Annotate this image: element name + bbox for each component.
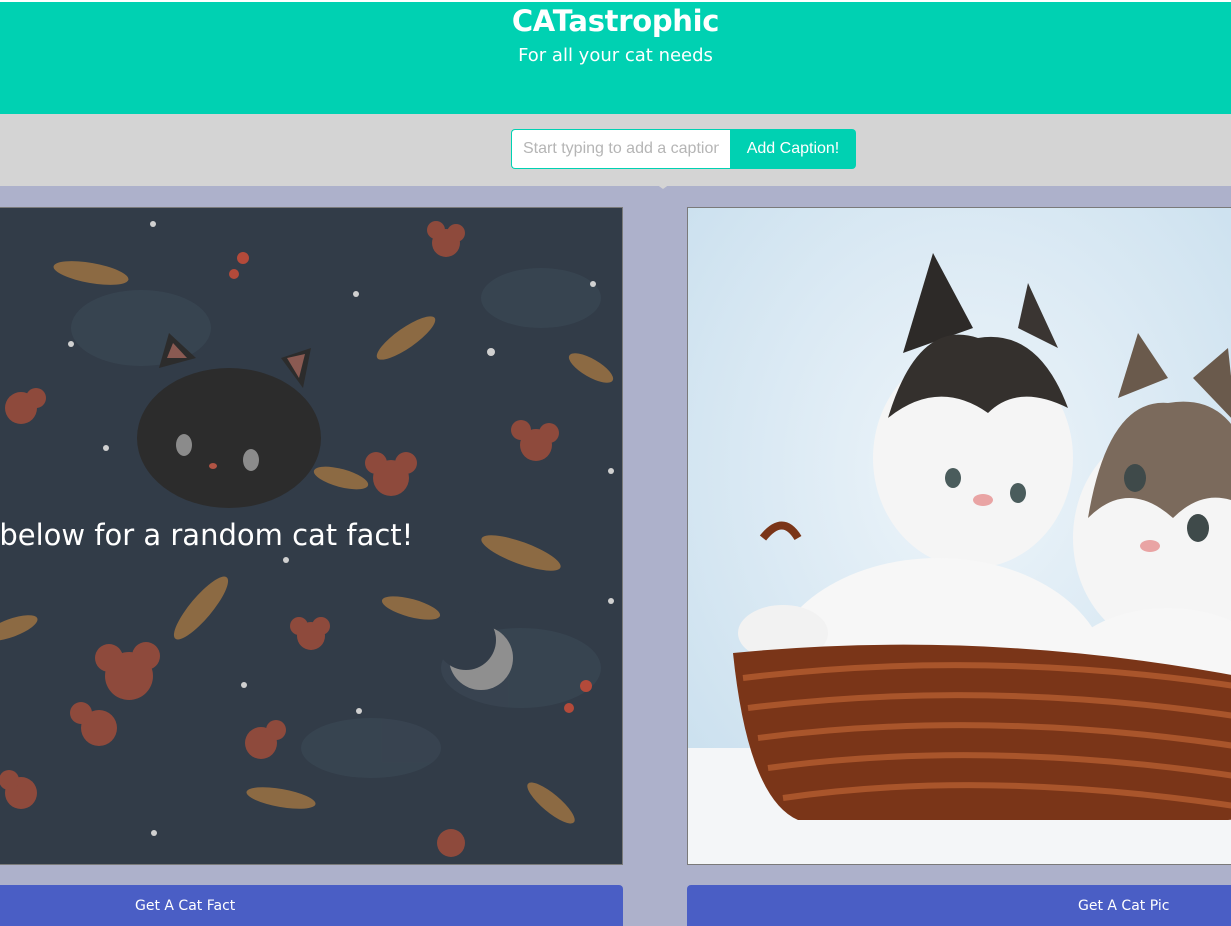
cat-face-icon (137, 333, 321, 508)
add-caption-button[interactable]: Add Caption! (730, 129, 856, 169)
get-cat-pic-button[interactable]: Get A Cat Pic (687, 885, 1231, 926)
get-cat-fact-button[interactable]: Get A Cat Fact (0, 885, 623, 926)
caption-bar: Add Caption! (0, 114, 1231, 186)
site-title: CATastrophic (511, 4, 720, 38)
caption-bar-notch (656, 184, 670, 189)
kittens-in-basket-image (688, 208, 1231, 864)
cat-fact-text: Click below for a random cat fact! (0, 518, 414, 552)
cat-pic-panel (687, 207, 1231, 865)
site-subtitle: For all your cat needs (518, 45, 713, 66)
hero-header: CATastrophic For all your cat needs (0, 0, 1231, 114)
get-cat-fact-label: Get A Cat Fact (135, 898, 236, 914)
caption-input[interactable] (511, 129, 730, 169)
get-cat-pic-label: Get A Cat Pic (1078, 898, 1170, 914)
cat-fact-panel: Click below for a random cat fact! (0, 207, 623, 865)
